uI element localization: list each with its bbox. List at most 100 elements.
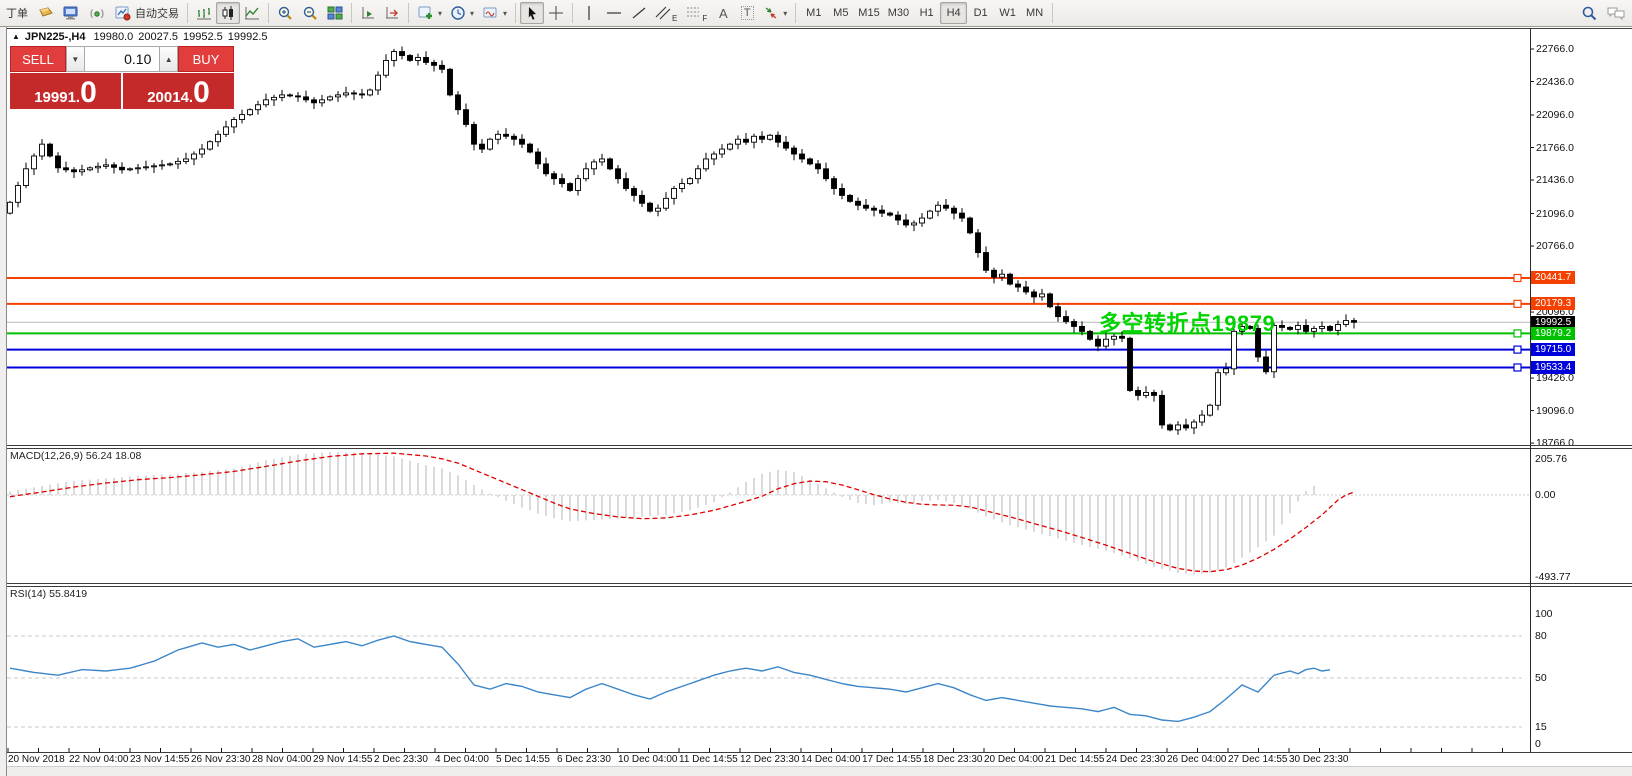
toolbar: 丁单 自动交易 ▾ ▾ ▾ E F A T ▾ M1 M5 M15 M30 H1… [0, 0, 1632, 27]
toolbar-divider [0, 28, 1632, 29]
sell-button[interactable]: SELL [10, 46, 66, 72]
zoom-out-button[interactable] [298, 2, 323, 24]
chat-button[interactable] [1602, 2, 1630, 24]
timeframe-w1[interactable]: W1 [994, 2, 1021, 24]
trendline-icon [632, 7, 646, 19]
cursor-icon [528, 6, 537, 20]
auto-scroll-icon [362, 7, 374, 19]
new-chart-icon [418, 6, 432, 19]
separator [408, 3, 409, 23]
fibonacci-suffix: F [702, 14, 708, 23]
timeframe-m30[interactable]: M30 [884, 2, 913, 24]
timeframe-h4[interactable]: H4 [940, 2, 968, 24]
channel-button[interactable]: E [651, 2, 681, 24]
volume-input[interactable]: 0.10 [84, 46, 160, 72]
line-chart-button[interactable] [240, 2, 264, 24]
separator [268, 3, 269, 23]
rsi-label: RSI(14) 55.8419 [10, 588, 88, 600]
new-order-button[interactable]: 丁单 [2, 2, 32, 24]
signal-button[interactable] [84, 2, 110, 24]
autotrade-button[interactable]: 自动交易 [110, 2, 183, 24]
period-clock-button[interactable]: ▾ [446, 2, 478, 24]
timeframe-mn[interactable]: MN [1021, 2, 1048, 24]
buy-button[interactable]: BUY [178, 46, 234, 72]
timeframe-m5[interactable]: M5 [827, 2, 854, 24]
vertical-line-button[interactable] [577, 2, 601, 24]
arrows-button[interactable]: ▾ [759, 2, 791, 24]
template-dropdown[interactable]: ▾ [503, 9, 507, 18]
timeframe-h1[interactable]: H1 [913, 2, 940, 24]
timeframe-m1[interactable]: M1 [800, 2, 827, 24]
timeframe-d1[interactable]: D1 [967, 2, 994, 24]
chart-title: ▲ JPN225-,H4 19980.0 20027.5 19952.5 19992.5 [12, 31, 273, 43]
collapse-icon[interactable]: ▲ [12, 32, 20, 41]
ohlc-high: 20027.5 [138, 31, 178, 43]
gold-ingot-button[interactable] [32, 2, 58, 24]
cursor-button[interactable] [520, 2, 545, 24]
chart-canvas[interactable] [0, 0, 1632, 776]
zoom-in-icon [278, 6, 292, 20]
search-icon [1582, 6, 1597, 20]
separator [351, 3, 352, 23]
search-button[interactable] [1577, 2, 1602, 24]
mt4-window: 205.76 0.00 -493.77 100 80 50 15 0 22766.0 22436.… [0, 0, 1632, 776]
rsi-value: 55.8419 [49, 588, 88, 600]
volume-increase-button[interactable]: ▲ [159, 46, 179, 72]
bar-chart-icon [197, 8, 211, 20]
pane-separator-2a[interactable] [0, 583, 1632, 584]
vertical-line-icon [588, 6, 590, 20]
chart-shift-button[interactable] [380, 2, 404, 24]
text-label-button[interactable]: T [735, 2, 759, 24]
crosshair-button[interactable] [544, 2, 568, 24]
price-axis[interactable] [1530, 29, 1531, 752]
horizontal-line-icon [607, 12, 622, 14]
equidistant-channel-icon [655, 6, 671, 20]
sell-price[interactable]: 19991. 0 [10, 73, 121, 109]
text-tool-icon: A [718, 5, 728, 21]
chart-shift-icon [386, 7, 398, 19]
horizontal-line-button[interactable] [601, 2, 627, 24]
pane-separator-2b[interactable] [0, 586, 1632, 587]
fibonacci-button[interactable]: F [681, 2, 711, 24]
tile-windows-icon [327, 6, 343, 20]
candlestick-icon [222, 6, 233, 20]
arrows-dropdown[interactable]: ▾ [783, 9, 787, 18]
trendline-button[interactable] [627, 2, 651, 24]
volume-decrease-button[interactable]: ▼ [65, 46, 85, 72]
ohlc-close: 19992.5 [227, 31, 268, 43]
buy-price[interactable]: 20014. 0 [123, 73, 234, 109]
candlestick-chart-button[interactable] [216, 2, 240, 24]
window-left-border [0, 27, 7, 776]
monitor-icon [63, 6, 78, 20]
template-button[interactable]: ▾ [478, 2, 511, 24]
tile-windows-button[interactable] [323, 2, 347, 24]
pane-separator-1b[interactable] [0, 448, 1632, 449]
separator [515, 3, 517, 23]
new-order-label: 丁单 [6, 8, 28, 20]
separator [795, 3, 797, 23]
fibonacci-icon [687, 7, 700, 17]
new-chart-button[interactable]: ▾ [413, 2, 446, 24]
template-icon [483, 7, 497, 18]
new-chart-dropdown[interactable]: ▾ [438, 9, 442, 18]
timeframe-m15[interactable]: M15 [854, 2, 883, 24]
bottom-strip [0, 766, 1632, 776]
time-axis-line [0, 752, 1632, 753]
ohlc-low: 19952.5 [183, 31, 223, 43]
arrows-tool-icon [765, 7, 777, 19]
crosshair-icon [549, 6, 564, 20]
period-dropdown[interactable]: ▾ [470, 9, 474, 18]
symbol-period: JPN225-,H4 [24, 31, 86, 43]
chart-text-annotation: 多空转折点19879 [1099, 311, 1276, 336]
pane-separator-1a[interactable] [0, 445, 1632, 446]
auto-scroll-button[interactable] [356, 2, 380, 24]
text-button[interactable]: A [711, 2, 735, 24]
separator [572, 3, 574, 23]
market-watch-button[interactable] [58, 2, 84, 24]
bar-chart-button[interactable] [192, 2, 216, 24]
gold-ingot-icon [39, 7, 53, 17]
zoom-in-button[interactable] [273, 2, 298, 24]
separator [1052, 3, 1054, 23]
channel-suffix: E [672, 14, 678, 23]
line-chart-icon [245, 7, 259, 20]
